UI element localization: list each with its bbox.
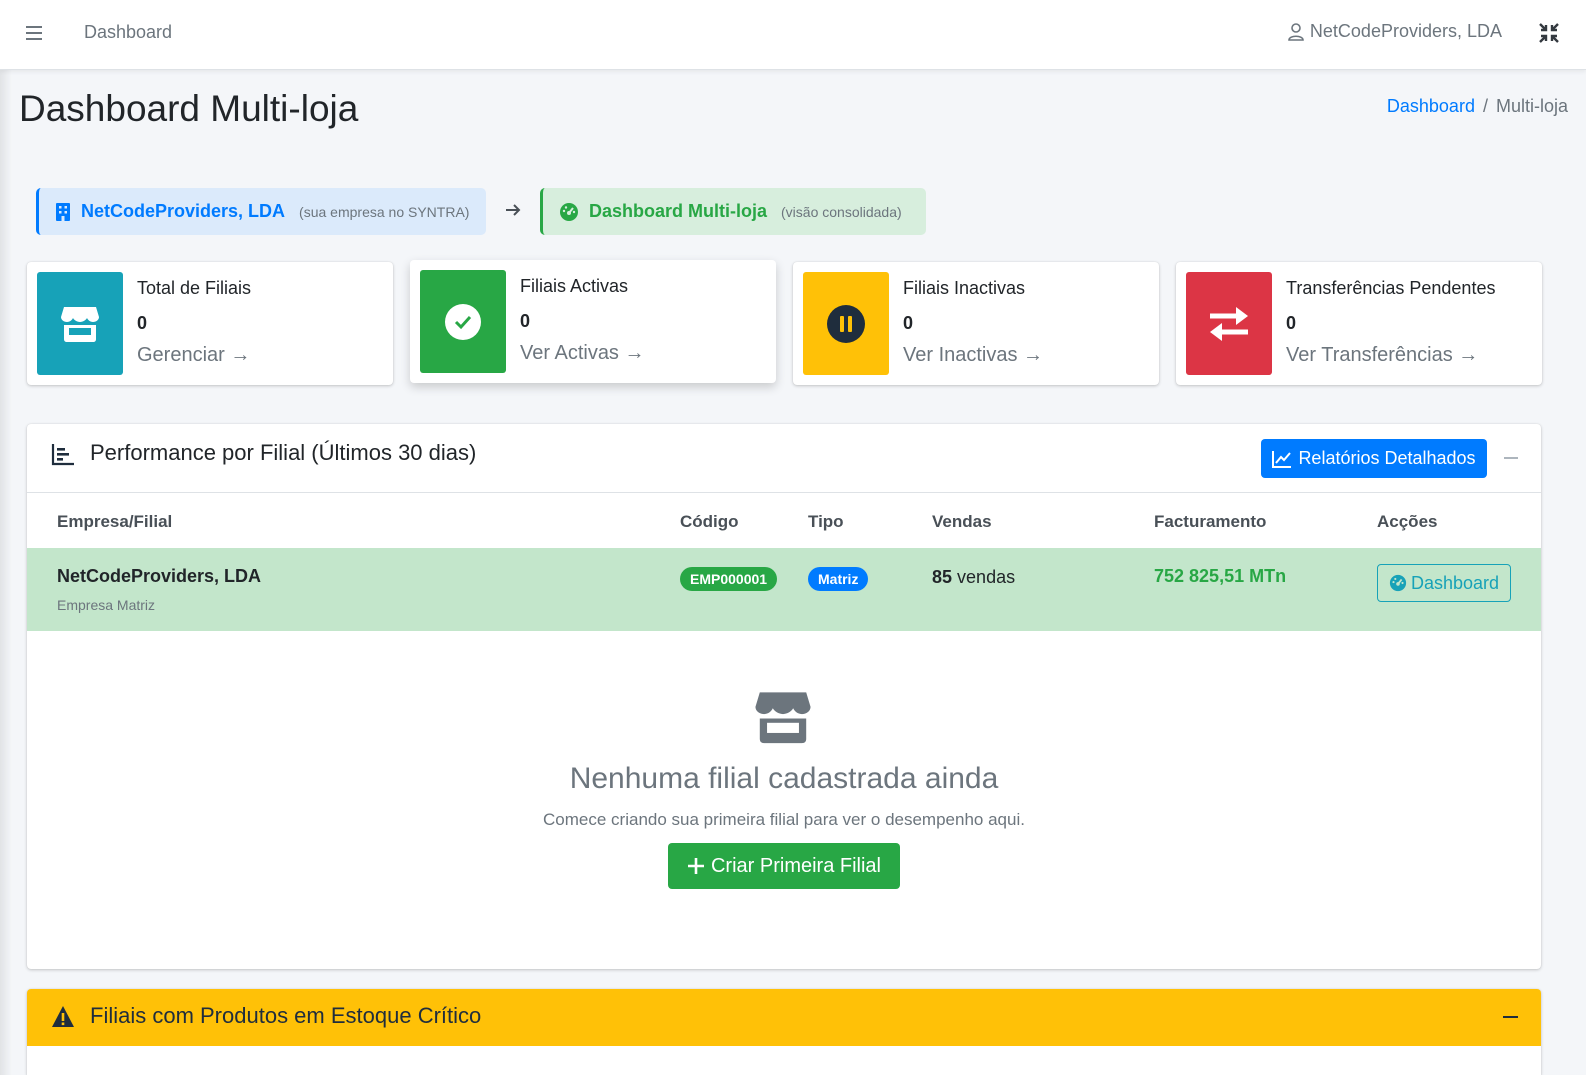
collapse-icon[interactable]: [1502, 446, 1520, 470]
table-header: Empresa/Filial Código Tipo Vendas Factur…: [27, 493, 1541, 548]
company-context-title: NetCodeProviders, LDA: [81, 201, 286, 221]
info-value: 0: [137, 313, 148, 333]
gauge-icon: [560, 202, 578, 221]
user-name: NetCodeProviders, LDA: [1309, 21, 1502, 41]
manage-branches-link[interactable]: Gerenciar →: [137, 344, 251, 367]
info-label: Filiais Inactivas: [903, 278, 1026, 298]
billing-amount: 752 825,51 MTn: [1154, 566, 1287, 586]
check-circle-icon: [445, 303, 481, 340]
type-badge: Matriz: [808, 567, 869, 591]
bars-icon[interactable]: [26, 22, 48, 44]
column-header: Vendas: [932, 512, 992, 531]
table-row: NetCodeProviders, LDA Empresa Matriz EMP…: [27, 548, 1541, 631]
warning-triangle-icon: [52, 1006, 74, 1027]
nav-dashboard-link[interactable]: Dashboard: [84, 22, 172, 43]
plus-icon: [687, 858, 704, 874]
column-header: Facturamento: [1154, 512, 1267, 531]
chart-bar-icon: [51, 444, 74, 466]
dashboard-context-title: Dashboard Multi-loja: [589, 201, 768, 221]
view-inactive-link[interactable]: Ver Inactivas →: [903, 344, 1043, 367]
branch-subtitle: Empresa Matriz: [57, 597, 156, 613]
info-box-inactive-branches: Filiais Inactivas 0 Ver Inactivas →: [793, 262, 1159, 385]
company-context-subtitle: (sua empresa no SYNTRA): [299, 203, 470, 220]
info-box-active-branches: Filiais Activas 0 Ver Activas →: [410, 260, 776, 383]
sidebar-shadow: [0, 70, 12, 1075]
critical-stock-card: Filiais com Produtos em Estoque Crítico: [27, 989, 1541, 1075]
performance-card-header: Performance por Filial (Últimos 30 dias)…: [27, 424, 1541, 493]
sales-cell: 85 vendas: [932, 567, 1015, 588]
dashboard-context-pill: Dashboard Multi-loja (visão consolidada): [540, 188, 926, 235]
view-active-link[interactable]: Ver Activas →: [520, 342, 645, 365]
column-header: Código: [680, 512, 739, 531]
collapse-icon[interactable]: [1501, 1005, 1521, 1029]
info-label: Filiais Activas: [520, 276, 629, 296]
code-badge: EMP000001: [680, 567, 778, 591]
info-value: 0: [520, 311, 531, 331]
empty-state-title: Nenhuma filial cadastrada ainda: [569, 762, 999, 795]
branch-name: NetCodeProviders, LDA: [57, 566, 262, 586]
top-navbar: Dashboard NetCodeProviders, LDA: [0, 0, 1586, 70]
store-icon: [755, 692, 811, 744]
column-header: Acções: [1377, 512, 1438, 531]
compress-icon[interactable]: [1538, 22, 1560, 44]
info-icon-container: [803, 272, 889, 375]
info-value: 0: [1286, 313, 1297, 333]
sales-suffix: vendas: [957, 567, 1016, 587]
critical-stock-header: Filiais com Produtos em Estoque Crítico: [27, 989, 1541, 1046]
create-first-branch-label: Criar Primeira Filial: [710, 854, 881, 877]
dashboard-context-subtitle: (visão consolidada): [781, 203, 902, 220]
info-label: Total de Filiais: [137, 278, 252, 298]
column-header: Empresa/Filial: [57, 512, 173, 531]
arrow-right-icon: [506, 204, 521, 216]
breadcrumb-dashboard-link[interactable]: Dashboard: [1387, 96, 1475, 116]
chart-line-icon: [1272, 450, 1292, 468]
detailed-reports-button[interactable]: Relatórios Detalhados: [1261, 439, 1487, 478]
info-icon-container: [420, 270, 506, 373]
info-box-pending-transfers: Transferências Pendentes 0 Ver Transferê…: [1176, 262, 1542, 385]
row-dashboard-label: Dashboard: [1410, 572, 1500, 593]
info-box-total-branches: Total de Filiais 0 Gerenciar →: [27, 262, 393, 385]
empty-state-subtitle: Comece criando sua primeira filial para …: [543, 810, 1025, 829]
create-first-branch-button[interactable]: Criar Primeira Filial: [668, 843, 900, 889]
info-icon-container: [1186, 272, 1272, 375]
user-icon: [1288, 22, 1304, 41]
page-title: Dashboard Multi-loja: [19, 88, 359, 129]
row-dashboard-button[interactable]: Dashboard: [1377, 564, 1511, 602]
exchange-icon: [1210, 306, 1248, 341]
performance-card: Performance por Filial (Últimos 30 dias)…: [27, 424, 1541, 969]
column-header: Tipo: [808, 512, 844, 531]
info-icon-container: [37, 272, 123, 375]
user-menu[interactable]: NetCodeProviders, LDA: [1286, 21, 1502, 42]
info-label: Transferências Pendentes: [1286, 278, 1496, 298]
company-context-pill: NetCodeProviders, LDA (sua empresa no SY…: [36, 188, 486, 235]
store-icon: [61, 306, 99, 342]
sales-count: 85: [932, 567, 953, 587]
info-value: 0: [903, 313, 914, 333]
breadcrumb-current: Multi-loja: [1495, 96, 1568, 116]
building-icon: [56, 202, 70, 221]
detailed-reports-label: Relatórios Detalhados: [1298, 448, 1476, 468]
performance-title: Performance por Filial (Últimos 30 dias): [90, 440, 477, 465]
gauge-icon: [1389, 574, 1407, 592]
breadcrumb: Dashboard / Multi-loja: [1387, 96, 1568, 117]
view-transfers-link[interactable]: Ver Transferências →: [1286, 344, 1495, 367]
breadcrumb-separator: /: [1482, 96, 1488, 116]
critical-stock-title: Filiais com Produtos em Estoque Crítico: [90, 1003, 482, 1028]
pause-circle-icon: [827, 304, 865, 343]
